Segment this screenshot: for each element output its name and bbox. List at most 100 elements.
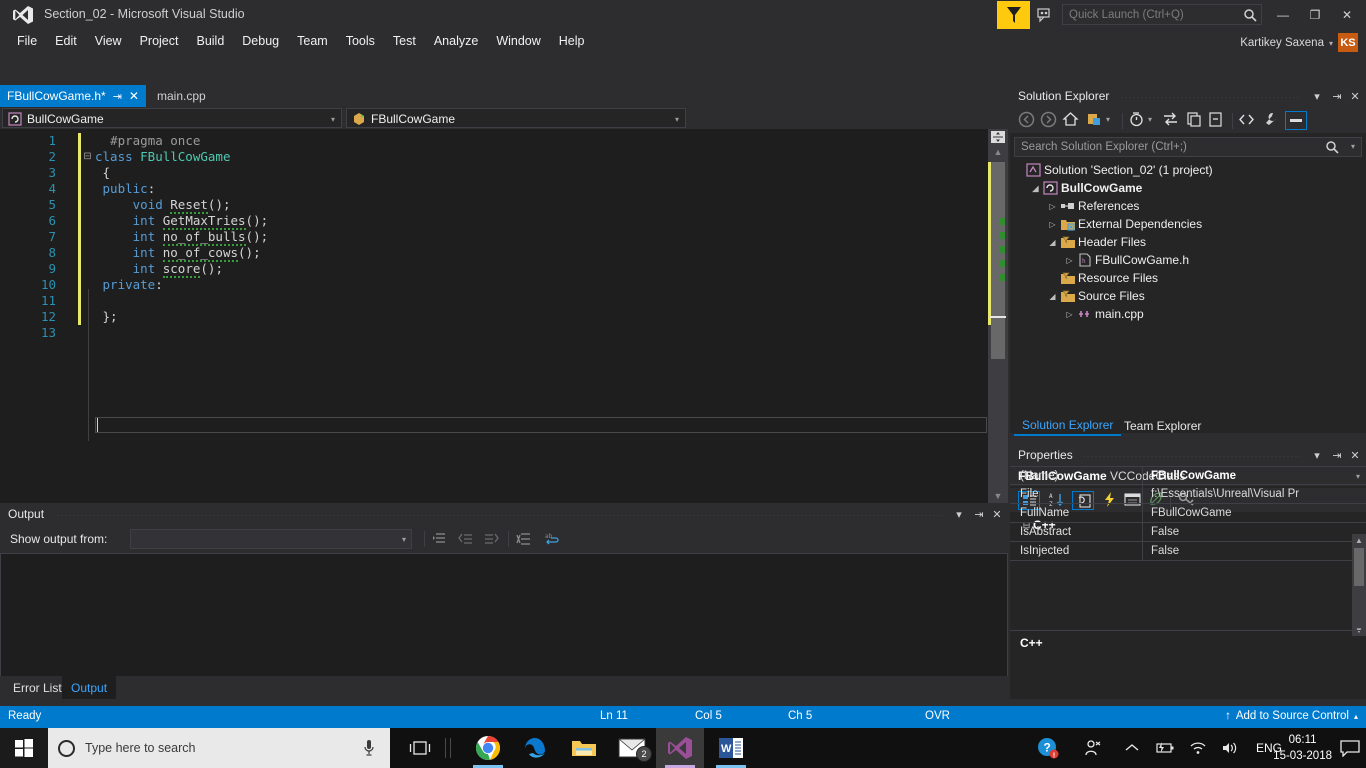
taskbar-search[interactable]: Type here to search: [48, 728, 390, 768]
collapse-all-icon[interactable]: [1208, 111, 1225, 131]
solution-tree-item[interactable]: ◢ Header Files: [1012, 233, 1364, 251]
pin-icon[interactable]: ⇥: [113, 90, 122, 103]
solution-explorer-menu-icon[interactable]: ▾: [1310, 89, 1324, 103]
help-alert-icon[interactable]: ?!: [1037, 737, 1059, 759]
expand-collapse-icon[interactable]: ◢: [1046, 238, 1059, 247]
sync-with-active-document-icon[interactable]: [1162, 111, 1179, 131]
go-to-message-icon[interactable]: [432, 531, 448, 550]
solution-explorer-close-icon[interactable]: ✕: [1348, 89, 1362, 103]
tab-error-list[interactable]: Error List: [4, 676, 71, 699]
menu-item-tools[interactable]: Tools: [337, 32, 384, 50]
menu-item-edit[interactable]: Edit: [46, 32, 86, 50]
menu-item-project[interactable]: Project: [131, 32, 188, 50]
output-text-area[interactable]: [0, 553, 1008, 678]
start-button[interactable]: [0, 728, 48, 768]
solution-explorer-search[interactable]: ▾: [1014, 137, 1362, 157]
properties-menu-icon[interactable]: ▾: [1310, 448, 1324, 462]
output-pane-menu-icon[interactable]: ▾: [952, 507, 966, 521]
taskbar-app-edge[interactable]: [512, 728, 560, 768]
show-hidden-icons-chevron-icon[interactable]: [1125, 743, 1139, 753]
chevron-down-icon[interactable]: ▾: [402, 535, 406, 544]
show-all-files-icon[interactable]: [1238, 111, 1255, 131]
scrollbar-thumb[interactable]: [1354, 548, 1364, 586]
minimize-button[interactable]: —: [1270, 4, 1296, 26]
expand-arrow-icon[interactable]: ▷: [1046, 220, 1059, 229]
menu-item-view[interactable]: View: [86, 32, 131, 50]
search-options-caret-icon[interactable]: ▾: [1351, 142, 1355, 151]
fold-collapse-icon[interactable]: ⊟: [82, 149, 93, 165]
property-value[interactable]: False: [1143, 542, 1366, 560]
pending-caret-icon[interactable]: ▾: [1148, 115, 1152, 124]
menu-item-file[interactable]: File: [8, 32, 46, 50]
action-center-icon[interactable]: [1340, 740, 1360, 760]
battery-charging-icon[interactable]: [1153, 741, 1175, 755]
search-icon[interactable]: [1325, 140, 1339, 157]
property-row[interactable]: IsInjected False: [1010, 542, 1366, 561]
properties-wrench-icon[interactable]: [1262, 111, 1279, 131]
scroll-up-arrow-icon[interactable]: ▲: [988, 145, 1008, 159]
properties-grid[interactable]: (Name) FBullCowGame File f:\Essentials\Unre…: [1010, 466, 1366, 561]
property-row[interactable]: (Name) FBullCowGame: [1010, 466, 1366, 485]
expand-arrow-icon[interactable]: ▷: [1063, 256, 1076, 265]
user-account[interactable]: Kartikey Saxena ▾ KS: [1240, 33, 1358, 53]
property-row[interactable]: IsAbstract False: [1010, 523, 1366, 542]
menu-item-debug[interactable]: Debug: [233, 32, 288, 50]
chevron-up-icon[interactable]: ▴: [1354, 712, 1358, 721]
task-view-button[interactable]: [396, 728, 444, 768]
scroll-down-arrow-icon[interactable]: ▼: [988, 489, 1008, 503]
previous-message-icon[interactable]: [458, 531, 474, 550]
solution-tree-item[interactable]: ▷ main.cpp: [1012, 305, 1364, 323]
taskbar-app-mail[interactable]: 2: [608, 728, 656, 768]
show-output-from-combo[interactable]: ▾: [130, 529, 412, 549]
toggle-word-wrap-icon[interactable]: ab: [545, 531, 561, 550]
split-view-handle[interactable]: [988, 129, 1008, 145]
code-editor[interactable]: 1 #pragma once 2 ⊟ class FBullCowGame 3 {4 p…: [0, 129, 1008, 503]
solution-tree-item[interactable]: ◢ Source Files: [1012, 287, 1364, 305]
microphone-icon[interactable]: [362, 739, 376, 760]
chevron-down-icon[interactable]: ▾: [331, 115, 335, 124]
maximize-button[interactable]: ❐: [1302, 4, 1328, 26]
editor-vertical-scrollbar[interactable]: ▲ ▼: [988, 129, 1008, 503]
chevron-down-icon[interactable]: ▾: [1329, 39, 1333, 48]
property-value[interactable]: FBullCowGame: [1143, 504, 1366, 522]
properties-close-icon[interactable]: ✕: [1348, 448, 1362, 462]
forward-icon[interactable]: [1040, 111, 1057, 131]
feedback-flag-icon[interactable]: [997, 1, 1030, 29]
expand-collapse-icon[interactable]: ◢: [1029, 184, 1042, 193]
volume-icon[interactable]: [1221, 741, 1239, 755]
avatar[interactable]: KS: [1338, 33, 1358, 53]
scroll-up-arrow-icon[interactable]: ▲: [1352, 534, 1366, 546]
chevron-down-icon[interactable]: ▾: [675, 115, 679, 124]
taskbar-app-chrome[interactable]: [464, 728, 512, 768]
menu-item-test[interactable]: Test: [384, 32, 425, 50]
expand-arrow-icon[interactable]: ▷: [1063, 310, 1076, 319]
properties-scrollbar[interactable]: ▲ ▼: [1352, 534, 1366, 636]
pending-changes-icon[interactable]: [1128, 111, 1145, 131]
menu-item-window[interactable]: Window: [487, 32, 549, 50]
solution-tree[interactable]: Solution 'Section_02' (1 project) ◢ BullCo…: [1012, 161, 1364, 323]
taskbar-app-word[interactable]: W: [707, 728, 755, 768]
property-value[interactable]: FBullCowGame: [1143, 467, 1366, 484]
solution-tree-item[interactable]: ▷ h FBullCowGame.h: [1012, 251, 1364, 269]
next-message-icon[interactable]: [483, 531, 499, 550]
close-icon[interactable]: ✕: [129, 89, 139, 103]
close-button[interactable]: ✕: [1334, 4, 1360, 26]
solution-tree-item[interactable]: ▷ References: [1012, 197, 1364, 215]
property-row[interactable]: FullName FBullCowGame: [1010, 504, 1366, 523]
solution-explorer-search-input[interactable]: [1021, 138, 1311, 156]
clear-output-icon[interactable]: [516, 531, 532, 550]
property-value[interactable]: False: [1143, 523, 1366, 541]
status-source-control[interactable]: ↑ Add to Source Control ▴: [1225, 710, 1358, 722]
solution-explorer-pin-icon[interactable]: ⇥: [1330, 89, 1344, 103]
expand-collapse-icon[interactable]: ◢: [1046, 292, 1059, 301]
quick-launch-input[interactable]: [1069, 5, 1234, 24]
home-icon[interactable]: [1062, 111, 1079, 131]
preview-selected-items-icon[interactable]: [1285, 111, 1307, 130]
wifi-icon[interactable]: [1189, 741, 1207, 755]
solution-tree-item[interactable]: Solution 'Section_02' (1 project): [1012, 161, 1364, 179]
source-control-label[interactable]: Add to Source Control: [1236, 710, 1349, 722]
editor-tab-fbullcowgame-h[interactable]: FBullCowGame.h* ⇥ ✕: [0, 85, 146, 107]
navigation-type-combo[interactable]: BullCowGame ▾: [2, 108, 342, 128]
pending-changes-filter-icon[interactable]: [1086, 111, 1103, 131]
tab-solution-explorer[interactable]: Solution Explorer: [1014, 415, 1122, 436]
